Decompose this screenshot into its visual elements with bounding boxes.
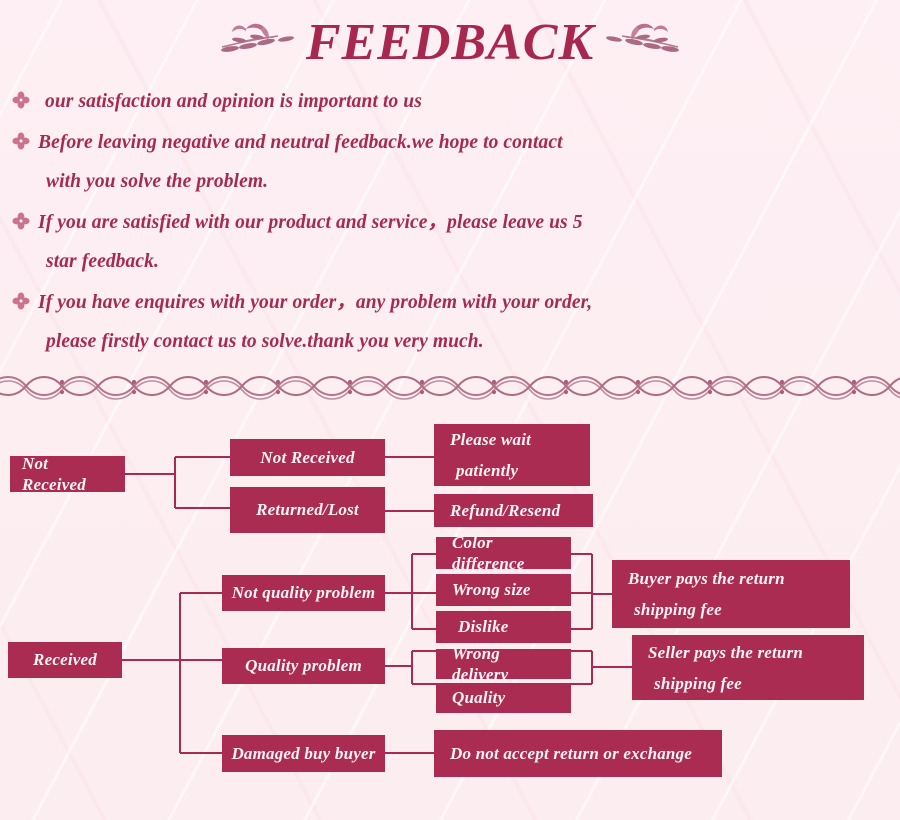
- node-buyer-pays-return-shipping[interactable]: Buyer pays the return shipping fee: [612, 560, 850, 628]
- flower-bullet-icon: [12, 82, 38, 114]
- return-policy-flowchart: Not Received Received Not Received Retur…: [0, 415, 900, 810]
- list-item: our satisfaction and opinion is importan…: [12, 82, 888, 121]
- node-not-quality-problem[interactable]: Not quality problem: [222, 575, 385, 611]
- node-line-2: patiently: [456, 461, 519, 480]
- node-wrong-size[interactable]: Wrong size: [436, 574, 571, 606]
- list-item: If you are satisfied with our product an…: [12, 203, 888, 281]
- flower-bullet-icon: [12, 123, 38, 155]
- node-line-1: Seller pays the return: [648, 642, 804, 662]
- list-item: Before leaving negative and neutral feed…: [12, 123, 888, 201]
- node-line-2: shipping fee: [654, 673, 742, 693]
- node-returned-lost[interactable]: Returned/Lost: [230, 487, 385, 533]
- node-quality[interactable]: Quality: [436, 683, 571, 713]
- flower-bullet-icon: [12, 283, 38, 315]
- list-item-text: If you are satisfied with our product an…: [38, 212, 583, 272]
- node-line-2: shipping fee: [634, 600, 722, 619]
- page-title: FEEDBACK: [305, 14, 595, 71]
- braided-ribbon-divider: [0, 368, 900, 404]
- policy-bullet-list: our satisfaction and opinion is importan…: [12, 82, 888, 363]
- node-line-1: Buyer pays the return: [628, 569, 785, 588]
- node-not-received-root[interactable]: Not Received: [10, 454, 125, 494]
- page-title-row: FEEDBACK: [0, 8, 900, 78]
- flower-bullet-icon: [12, 203, 38, 235]
- node-received-root[interactable]: Received: [8, 642, 122, 678]
- node-not-received-branch[interactable]: Not Received: [230, 439, 385, 476]
- node-seller-pays-return-shipping[interactable]: Seller pays the return shipping fee: [632, 635, 864, 700]
- node-dislike[interactable]: Dislike: [436, 611, 571, 643]
- list-item-text: our satisfaction and opinion is importan…: [45, 91, 422, 112]
- floral-branch-ornament-left: [208, 13, 300, 74]
- node-please-wait-patiently[interactable]: Please wait patiently: [434, 424, 590, 486]
- node-quality-problem[interactable]: Quality problem: [222, 648, 385, 684]
- list-item: If you have enquires with your order，any…: [12, 283, 888, 361]
- node-wrong-delivery[interactable]: Wrong delivery: [436, 644, 571, 684]
- list-item-text: If you have enquires with your order，any…: [38, 292, 593, 352]
- list-item-text: Before leaving negative and neutral feed…: [38, 132, 563, 192]
- feedback-banner-page: FEEDBACK our satisfaction and opinion is…: [0, 0, 900, 820]
- node-damaged-by-buyer[interactable]: Damaged buy buyer: [222, 735, 385, 772]
- node-no-return-or-exchange[interactable]: Do not accept return or exchange: [434, 730, 722, 777]
- node-color-difference[interactable]: Color difference: [436, 533, 571, 573]
- floral-branch-ornament-right: [600, 13, 692, 74]
- node-refund-resend[interactable]: Refund/Resend: [434, 494, 593, 527]
- node-line-1: Please wait: [450, 430, 532, 449]
